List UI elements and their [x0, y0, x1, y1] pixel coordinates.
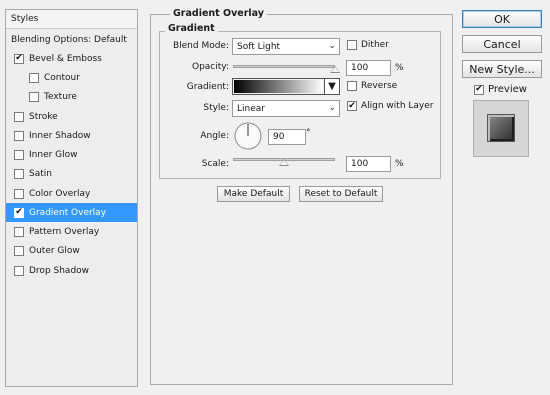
style-select[interactable]: Linear ⌄	[232, 100, 340, 117]
reverse-checkbox[interactable]	[347, 81, 357, 91]
sidebar-item[interactable]: ✔ Gradient Overlay	[6, 203, 137, 223]
reverse-label: Reverse	[361, 81, 398, 91]
make-default-label: Make Default	[223, 189, 284, 199]
sidebar-item-label: Inner Shadow	[29, 130, 91, 141]
sidebar-item-checkbox[interactable]: ✔	[14, 53, 24, 64]
sidebar-item-checkbox[interactable]	[29, 73, 39, 83]
angle-dial[interactable]	[233, 121, 263, 151]
sidebar-item-label: Pattern Overlay	[29, 227, 100, 237]
sidebar-item[interactable]: Inner Shadow	[6, 126, 137, 145]
sidebar-item-checkbox[interactable]: ✔	[14, 207, 24, 218]
chevron-down-icon: ⌄	[328, 103, 336, 113]
angle-label: Angle:	[200, 131, 229, 141]
sidebar-item-label: Contour	[44, 73, 80, 83]
preview-label: Preview	[488, 84, 527, 95]
dither-option[interactable]: Dither	[347, 40, 389, 50]
sidebar-item[interactable]: Outer Glow	[6, 242, 137, 261]
ok-button[interactable]: OK	[462, 10, 542, 28]
group-title: Gradient Overlay	[170, 8, 267, 19]
blend-mode-label: Blend Mode:	[172, 41, 229, 51]
blend-mode-value: Soft Light	[237, 41, 281, 52]
gradient-picker[interactable]: ▼	[232, 78, 340, 95]
new-style-label: New Style...	[469, 62, 535, 76]
sidebar-item-checkbox[interactable]	[14, 150, 24, 160]
make-default-button[interactable]: Make Default	[217, 186, 290, 202]
preview-option[interactable]: ✔ Preview	[474, 84, 527, 95]
gradient-dropdown-icon[interactable]: ▼	[324, 79, 339, 94]
scale-value: 100	[351, 159, 369, 169]
sidebar-item-checkbox[interactable]	[29, 92, 39, 103]
sidebar-item[interactable]: Satin	[6, 165, 137, 184]
gradient-label: Gradient:	[186, 82, 229, 92]
blend-mode-select[interactable]: Soft Light ⌄	[232, 38, 340, 55]
align-with-layer-checkbox[interactable]: ✔	[347, 101, 357, 111]
sidebar-item[interactable]: Stroke	[6, 107, 137, 126]
sidebar-item-label: Inner Glow	[29, 150, 78, 160]
sidebar-item[interactable]: Texture	[6, 88, 137, 107]
sidebar-item[interactable]: Inner Glow	[6, 146, 137, 165]
align-with-layer-option[interactable]: ✔ Align with Layer	[347, 101, 433, 111]
scale-input[interactable]: 100	[346, 156, 391, 172]
sidebar-item-checkbox[interactable]	[14, 227, 24, 237]
sidebar-item[interactable]: Blending Options: Default	[6, 30, 137, 49]
opacity-label: Opacity:	[192, 62, 229, 72]
sidebar-item-label: Drop Shadow	[29, 265, 90, 276]
sidebar-item[interactable]: ✔ Bevel & Emboss	[6, 49, 137, 68]
sidebar-item[interactable]: Color Overlay	[6, 184, 137, 203]
style-preview-swatch	[487, 114, 515, 142]
scale-slider-thumb[interactable]	[279, 159, 289, 166]
reverse-option[interactable]: Reverse	[347, 81, 397, 91]
angle-input[interactable]: 90	[268, 129, 306, 145]
sidebar-item-label: Texture	[44, 92, 77, 103]
reset-to-default-button[interactable]: Reset to Default	[299, 186, 383, 202]
align-with-layer-label: Align with Layer	[361, 101, 434, 111]
dither-checkbox[interactable]	[347, 40, 357, 50]
sidebar-item-checkbox[interactable]	[14, 265, 24, 276]
style-value: Linear	[237, 103, 265, 114]
sidebar-item-label: Blending Options: Default	[11, 34, 127, 45]
sidebar-item-label: Stroke	[29, 111, 58, 122]
opacity-slider-thumb[interactable]	[330, 66, 340, 73]
styles-list: Styles Blending Options: Default ✔ Bevel &…	[5, 9, 138, 387]
reset-to-default-label: Reset to Default	[304, 189, 378, 199]
cancel-button[interactable]: Cancel	[462, 35, 542, 53]
style-label: Style:	[203, 103, 229, 113]
styles-header[interactable]: Styles	[6, 10, 137, 29]
new-style-button[interactable]: New Style...	[462, 60, 542, 78]
style-preview-box	[473, 100, 529, 157]
opacity-value: 100	[351, 63, 369, 73]
opacity-slider-track[interactable]	[233, 65, 335, 68]
sidebar-item-label: Satin	[29, 169, 52, 180]
sidebar-item-checkbox[interactable]	[14, 188, 24, 199]
opacity-input[interactable]: 100	[346, 60, 391, 76]
scale-label: Scale:	[201, 159, 229, 169]
sidebar-item-label: Outer Glow	[29, 246, 80, 257]
styles-header-label: Styles	[11, 14, 39, 24]
sidebar-item-label: Color Overlay	[29, 188, 91, 199]
gradient-preview[interactable]	[234, 80, 323, 93]
sidebar-item-checkbox[interactable]	[14, 111, 24, 122]
subgroup-title: Gradient	[165, 23, 218, 34]
sidebar-item[interactable]: Contour	[6, 69, 137, 88]
ok-label: OK	[494, 12, 510, 26]
sidebar-item-checkbox[interactable]	[14, 169, 24, 180]
chevron-down-icon: ⌄	[328, 41, 336, 51]
opacity-unit: %	[395, 63, 404, 73]
sidebar-item-checkbox[interactable]	[14, 246, 24, 257]
sidebar-item[interactable]: Pattern Overlay	[6, 223, 137, 242]
angle-value: 90	[273, 132, 285, 142]
scale-unit: %	[395, 159, 404, 169]
sidebar-item-checkbox[interactable]	[14, 130, 24, 141]
sidebar-item-label: Gradient Overlay	[29, 207, 107, 218]
cancel-label: Cancel	[483, 37, 521, 51]
sidebar-item-label: Bevel & Emboss	[29, 53, 102, 64]
sidebar-item[interactable]: Drop Shadow	[6, 261, 137, 280]
angle-unit: °	[306, 128, 311, 138]
dither-label: Dither	[361, 40, 389, 50]
preview-checkbox[interactable]: ✔	[474, 84, 484, 95]
